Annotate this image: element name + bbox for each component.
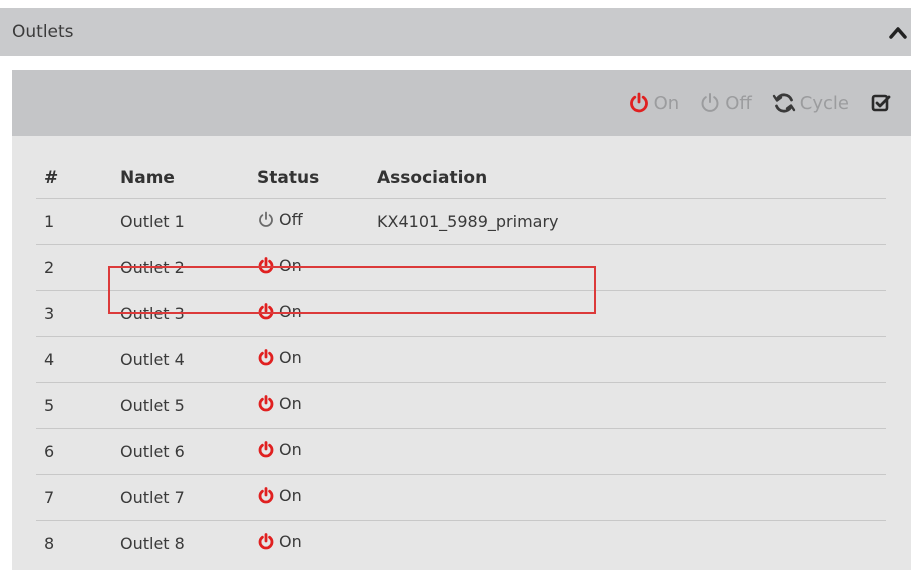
select-all-button[interactable] — [871, 93, 891, 113]
outlet-status: On — [257, 428, 377, 475]
power-icon — [258, 348, 274, 366]
outlet-number: 5 — [36, 382, 120, 429]
outlet-status: On — [257, 244, 377, 291]
outlet-association — [377, 290, 886, 337]
power-icon — [258, 486, 274, 504]
outlet-number: 6 — [36, 428, 120, 475]
outlet-status-label: On — [279, 394, 302, 414]
outlet-status: On — [257, 336, 377, 383]
outlet-association — [377, 336, 886, 383]
outlet-status-label: On — [279, 256, 302, 276]
table-row[interactable]: 8 Outlet 8 On — [36, 521, 886, 567]
column-header-num[interactable]: # — [36, 158, 120, 199]
power-icon — [701, 93, 719, 112]
outlet-association — [377, 428, 886, 475]
outlet-status: On — [257, 521, 377, 567]
outlet-status-label: Off — [279, 210, 303, 230]
table-row[interactable]: 5 Outlet 5 On — [36, 382, 886, 429]
outlets-table: # Name Status Association 1 Outlet 1 Off KX… — [36, 158, 886, 566]
outlet-association — [377, 474, 886, 521]
outlet-number: 4 — [36, 336, 120, 383]
outlet-name: Outlet 4 — [120, 336, 257, 383]
outlet-number: 1 — [36, 198, 120, 245]
outlet-name: Outlet 1 — [120, 198, 257, 245]
outlet-status: On — [257, 474, 377, 521]
table-row[interactable]: 3 Outlet 3 On — [36, 290, 886, 337]
outlet-toolbar: On Off Cycle — [12, 70, 911, 136]
power-icon — [629, 92, 648, 113]
power-icon — [258, 440, 274, 458]
power-icon — [258, 532, 274, 550]
column-header-name[interactable]: Name — [120, 158, 257, 199]
table-row[interactable]: 4 Outlet 4 On — [36, 336, 886, 383]
outlet-status-label: On — [279, 348, 302, 368]
outlet-number: 7 — [36, 474, 120, 521]
outlet-name: Outlet 5 — [120, 382, 257, 429]
outlet-status: Off — [257, 198, 377, 245]
table-row[interactable]: 1 Outlet 1 Off KX4101_5989_primary — [36, 198, 886, 245]
table-header-row: # Name Status Association — [36, 158, 886, 199]
outlet-status-label: On — [279, 486, 302, 506]
table-row[interactable]: 7 Outlet 7 On — [36, 474, 886, 521]
outlet-status-label: On — [279, 532, 302, 552]
power-icon — [258, 302, 274, 320]
outlet-status-label: On — [279, 440, 302, 460]
outlet-status: On — [257, 382, 377, 429]
outlet-number: 2 — [36, 244, 120, 291]
power-icon — [258, 256, 274, 274]
power-icon — [258, 394, 274, 412]
outlet-association — [377, 521, 886, 567]
outlet-name: Outlet 3 — [120, 290, 257, 337]
chevron-up-icon[interactable] — [889, 25, 907, 39]
outlet-name: Outlet 8 — [120, 534, 185, 553]
table-row[interactable]: 2 Outlet 2 On — [36, 244, 886, 291]
column-header-association[interactable]: Association — [377, 158, 886, 199]
refresh-icon — [772, 93, 795, 113]
outlet-number: 3 — [36, 290, 120, 337]
power-icon — [259, 211, 273, 227]
outlets-table-body: 1 Outlet 1 Off KX4101_5989_primary 2 Outlet 2… — [36, 198, 886, 567]
outlets-panel: On Off Cycle # Name Status Association 1… — [12, 70, 911, 570]
table-row[interactable]: 6 Outlet 6 On — [36, 428, 886, 475]
outlets-section-header[interactable]: Outlets — [0, 8, 911, 56]
power-on-button[interactable]: On — [628, 92, 680, 114]
outlet-name: Outlet 6 — [120, 428, 257, 475]
section-title: Outlets — [12, 22, 74, 42]
outlet-name: Outlet 7 — [120, 474, 257, 521]
outlet-status: On — [257, 290, 377, 337]
outlet-association: KX4101_5989_primary — [377, 198, 886, 245]
outlet-status-label: On — [279, 302, 302, 322]
outlet-association — [377, 244, 886, 291]
power-off-label: Off — [725, 92, 752, 114]
power-cycle-label: Cycle — [799, 92, 849, 114]
column-header-status[interactable]: Status — [257, 158, 377, 199]
outlet-name: Outlet 2 — [120, 244, 257, 291]
power-off-button[interactable]: Off — [699, 92, 752, 114]
checkbox-check-icon — [871, 94, 891, 112]
outlet-number: 8 — [44, 534, 55, 553]
power-on-label: On — [653, 92, 680, 114]
power-cycle-button[interactable]: Cycle — [772, 92, 849, 114]
outlet-association — [377, 382, 886, 429]
